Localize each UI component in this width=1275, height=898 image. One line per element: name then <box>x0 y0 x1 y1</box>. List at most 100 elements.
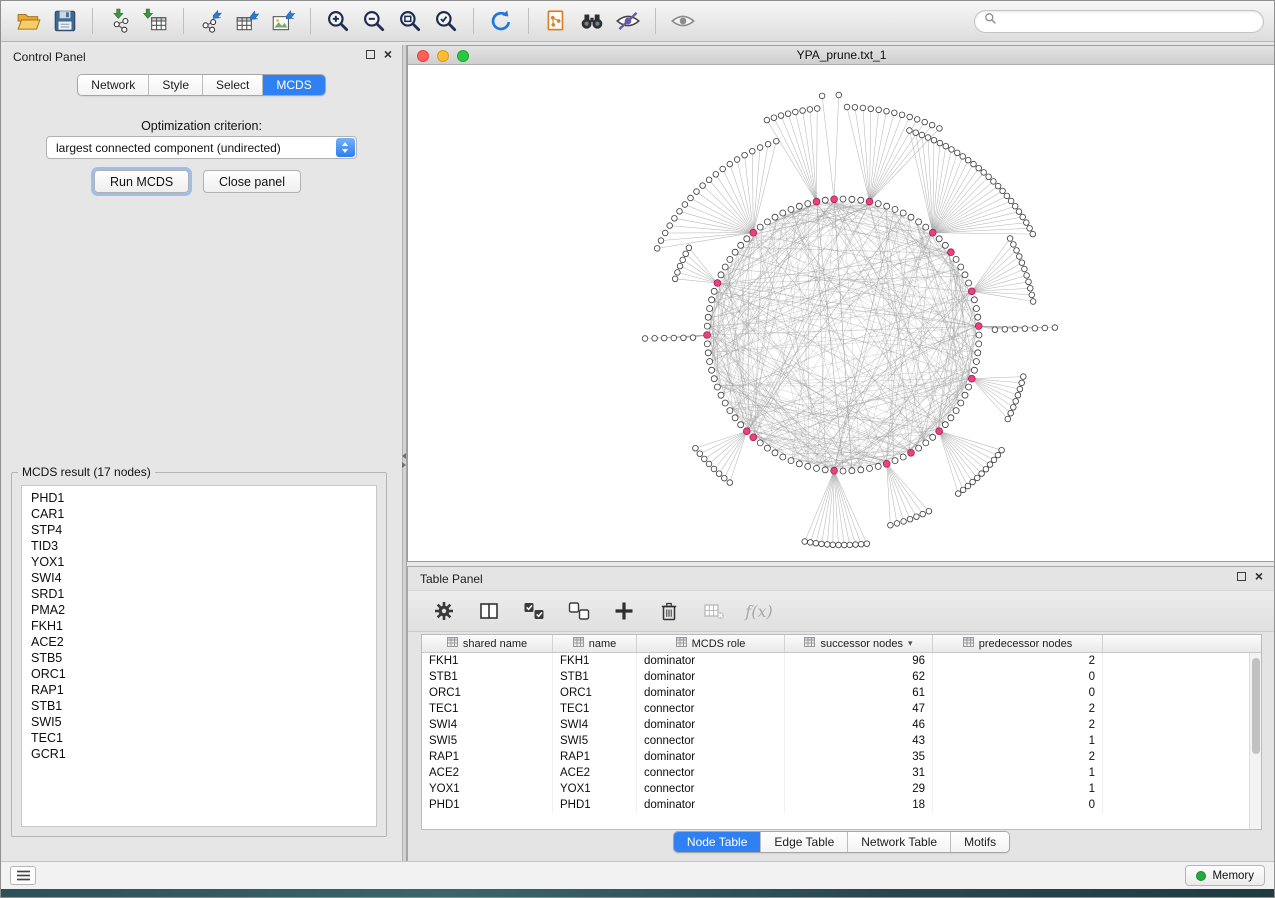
table-cell[interactable]: 1 <box>933 781 1103 797</box>
mcds-result-item[interactable]: TEC1 <box>22 730 376 746</box>
table-cell[interactable]: 29 <box>785 781 933 797</box>
mcds-result-item[interactable]: SRD1 <box>22 586 376 602</box>
close-panel-button[interactable]: Close panel <box>203 170 301 193</box>
table-cell[interactable]: ORC1 <box>422 685 553 701</box>
mcds-result-item[interactable]: SWI5 <box>22 714 376 730</box>
table-cell[interactable]: 47 <box>785 701 933 717</box>
table-cell[interactable]: TEC1 <box>553 701 637 717</box>
table-cell[interactable]: PHD1 <box>553 797 637 813</box>
table-cell[interactable]: dominator <box>637 669 785 685</box>
maximize-window-icon[interactable] <box>457 50 469 62</box>
table-cell[interactable]: 62 <box>785 669 933 685</box>
table-tab-edge-table[interactable]: Edge Table <box>760 832 847 852</box>
column-header-mcds-role[interactable]: MCDS role <box>637 635 785 652</box>
add-row-icon[interactable] <box>610 597 638 625</box>
table-cell[interactable]: YOX1 <box>553 781 637 797</box>
table-cell[interactable]: dominator <box>637 653 785 669</box>
table-cell[interactable]: ACE2 <box>553 765 637 781</box>
table-row[interactable]: TEC1TEC1connector472 <box>422 701 1249 717</box>
table-row[interactable]: SWI5SWI5connector431 <box>422 733 1249 749</box>
mcds-result-item[interactable]: GCR1 <box>22 746 376 762</box>
table-cell[interactable]: dominator <box>637 797 785 813</box>
tab-mcds[interactable]: MCDS <box>262 75 324 95</box>
table-row[interactable]: YOX1YOX1connector291 <box>422 781 1249 797</box>
table-scrollbar[interactable] <box>1249 653 1261 829</box>
export-table-icon[interactable] <box>229 5 265 37</box>
mcds-result-item[interactable]: FKH1 <box>22 618 376 634</box>
column-header-successor-nodes[interactable]: successor nodes▾ <box>785 635 933 652</box>
save-icon[interactable] <box>47 5 83 37</box>
zoom-selected-icon[interactable] <box>428 5 464 37</box>
splitter-collapse-icon[interactable] <box>402 453 406 468</box>
search-input[interactable] <box>1003 14 1254 28</box>
table-cell[interactable]: dominator <box>637 749 785 765</box>
table-cell[interactable]: 2 <box>933 653 1103 669</box>
table-cell[interactable]: 46 <box>785 717 933 733</box>
table-row[interactable]: PHD1PHD1dominator180 <box>422 797 1249 813</box>
table-settings-icon[interactable] <box>430 597 458 625</box>
table-cell[interactable]: 0 <box>933 685 1103 701</box>
table-cell[interactable]: 35 <box>785 749 933 765</box>
mcds-result-item[interactable]: ACE2 <box>22 634 376 650</box>
mcds-result-item[interactable]: RAP1 <box>22 682 376 698</box>
tab-network[interactable]: Network <box>78 75 148 95</box>
column-header-shared-name[interactable]: shared name <box>422 635 553 652</box>
table-cell[interactable]: RAP1 <box>553 749 637 765</box>
table-cell[interactable]: 61 <box>785 685 933 701</box>
table-cell[interactable]: 31 <box>785 765 933 781</box>
table-tab-motifs[interactable]: Motifs <box>950 832 1009 852</box>
mcds-result-item[interactable]: CAR1 <box>22 506 376 522</box>
deselect-all-icon[interactable] <box>565 597 593 625</box>
mcds-result-item[interactable]: TID3 <box>22 538 376 554</box>
memory-button[interactable]: Memory <box>1185 865 1265 886</box>
import-table-icon[interactable] <box>138 5 174 37</box>
table-cell[interactable]: SWI5 <box>553 733 637 749</box>
table-cell[interactable]: SWI5 <box>422 733 553 749</box>
float-table-panel-icon[interactable] <box>1237 572 1246 581</box>
table-cell[interactable]: RAP1 <box>422 749 553 765</box>
close-panel-icon[interactable]: × <box>384 49 392 60</box>
optimization-criterion-select[interactable]: largest connected component (undirected) <box>46 136 357 159</box>
table-cell[interactable]: dominator <box>637 717 785 733</box>
table-row[interactable]: ACE2ACE2connector311 <box>422 765 1249 781</box>
table-cell[interactable]: 2 <box>933 749 1103 765</box>
zoom-out-icon[interactable] <box>356 5 392 37</box>
table-cell[interactable]: 2 <box>933 701 1103 717</box>
zoom-fit-icon[interactable] <box>392 5 428 37</box>
table-cell[interactable]: connector <box>637 781 785 797</box>
open-file-icon[interactable] <box>11 5 47 37</box>
mcds-result-item[interactable]: PHD1 <box>22 490 376 506</box>
close-window-icon[interactable] <box>417 50 429 62</box>
table-cell[interactable]: connector <box>637 765 785 781</box>
table-cell[interactable]: PHD1 <box>422 797 553 813</box>
zoom-in-icon[interactable] <box>320 5 356 37</box>
mcds-result-list[interactable]: PHD1CAR1STP4TID3YOX1SWI4SRD1PMA2FKH1ACE2… <box>21 485 377 827</box>
hide-panel-icon[interactable] <box>610 5 646 37</box>
table-cell[interactable]: FKH1 <box>553 653 637 669</box>
search-field[interactable] <box>974 10 1264 33</box>
delete-row-icon[interactable] <box>655 597 683 625</box>
table-cell[interactable]: 0 <box>933 797 1103 813</box>
table-cell[interactable]: ACE2 <box>422 765 553 781</box>
column-header-name[interactable]: name <box>553 635 637 652</box>
tab-style[interactable]: Style <box>148 75 202 95</box>
import-network-icon[interactable] <box>102 5 138 37</box>
table-row[interactable]: SWI4SWI4dominator462 <box>422 717 1249 733</box>
mcds-result-item[interactable]: PMA2 <box>22 602 376 618</box>
mcds-result-item[interactable]: SWI4 <box>22 570 376 586</box>
table-cell[interactable]: 96 <box>785 653 933 669</box>
run-mcds-button[interactable]: Run MCDS <box>94 170 189 193</box>
find-icon[interactable] <box>574 5 610 37</box>
mcds-result-item[interactable]: STB1 <box>22 698 376 714</box>
table-row[interactable]: FKH1FKH1dominator962 <box>422 653 1249 669</box>
table-cell[interactable]: connector <box>637 733 785 749</box>
table-cell[interactable]: 1 <box>933 733 1103 749</box>
column-header-predecessor-nodes[interactable]: predecessor nodes <box>933 635 1103 652</box>
table-cell[interactable]: STB1 <box>422 669 553 685</box>
table-scrollbar-thumb[interactable] <box>1252 658 1260 754</box>
table-cell[interactable]: 2 <box>933 717 1103 733</box>
mcds-result-item[interactable]: ORC1 <box>22 666 376 682</box>
table-cell[interactable]: STB1 <box>553 669 637 685</box>
tab-select[interactable]: Select <box>202 75 262 95</box>
select-all-icon[interactable] <box>520 597 548 625</box>
